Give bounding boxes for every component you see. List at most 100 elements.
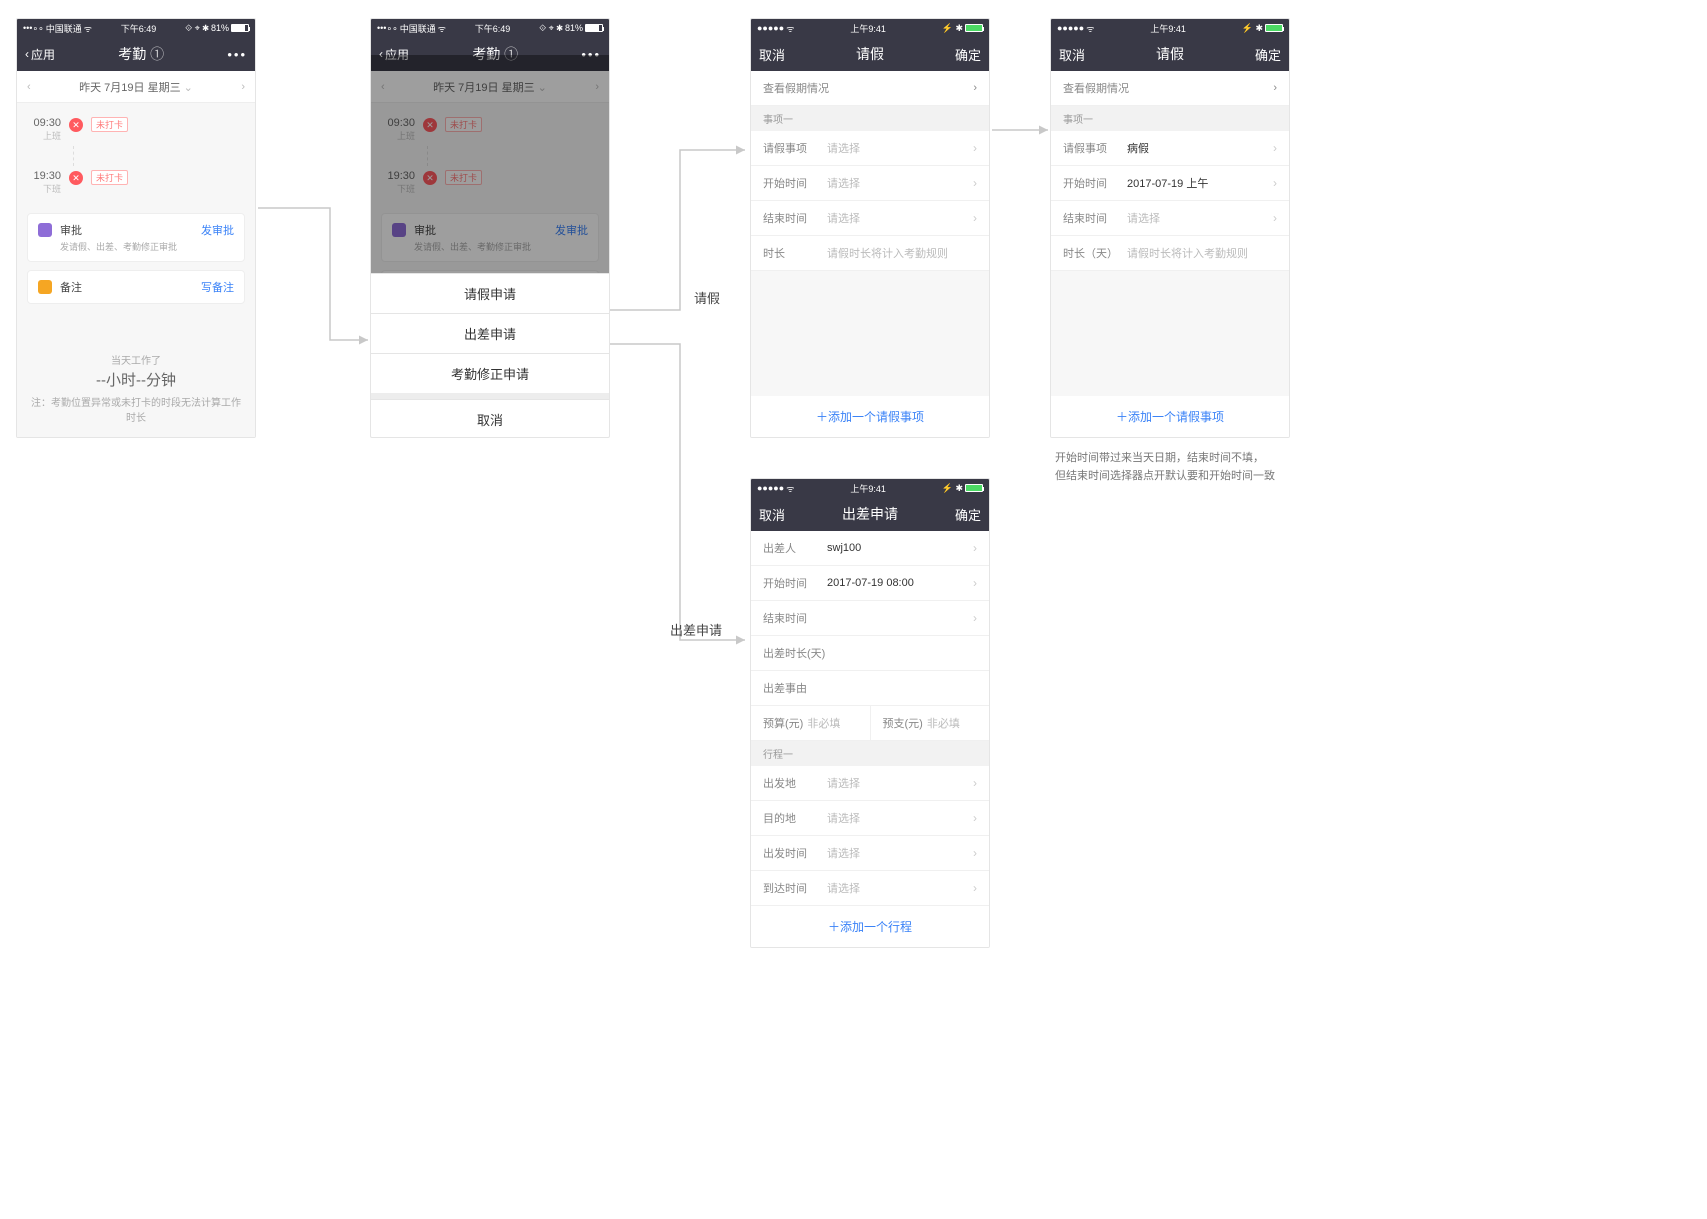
signal-icon: ●●●●● (757, 23, 784, 33)
nav-title: 请假 (1085, 44, 1255, 64)
nav-title: 请假 (785, 44, 955, 64)
chevron-left-icon: ‹ (25, 47, 29, 61)
status-tag: 未打卡 (91, 170, 128, 185)
cancel-button[interactable]: 取消 (759, 505, 785, 524)
view-vacation-link[interactable]: 查看假期情况› (751, 71, 989, 106)
status-bar: ●●●●● ᯤ 上午9:41 ⚡ ✱ (751, 479, 989, 497)
nav-bar: 取消 请假 确定 (1051, 37, 1289, 71)
timeline: 09:30上班 ✕ 未打卡 19:30下班 ✕ 未打卡 (17, 103, 255, 205)
chevron-right-icon[interactable]: › (241, 81, 245, 93)
chevron-right-icon: › (973, 846, 977, 860)
screen-trip-apply: ●●●●● ᯤ 上午9:41 ⚡ ✱ 取消 出差申请 确定 出差人 swj100… (750, 478, 990, 948)
end-time-row[interactable]: 结束时间 请选择 › (751, 201, 989, 236)
more-button[interactable]: ••• (227, 47, 247, 62)
signal-icon: ●●●●● (757, 483, 784, 493)
status-bar: ●●●●● ᯤ 上午9:41 ⚡ ✱ (1051, 19, 1289, 37)
view-vacation-link[interactable]: 查看假期情况› (1051, 71, 1289, 106)
bluetooth-icon: ⟐ ⌖ ✱ (185, 23, 209, 34)
wifi-icon: ᯤ (1086, 22, 1094, 35)
signal-icon: •••∘∘ (377, 23, 398, 34)
section-header: 事项一 (751, 106, 989, 131)
confirm-button[interactable]: 确定 (955, 45, 981, 64)
trip-to-row[interactable]: 目的地 请选择 › (751, 801, 989, 836)
date-selector[interactable]: ‹ 昨天 7月19日 星期三 ⌄ › (17, 71, 255, 103)
start-time-row[interactable]: 开始时间 请选择 › (751, 166, 989, 201)
start-approval-button[interactable]: 发审批 (201, 222, 234, 238)
nav-bar: 取消 出差申请 确定 (751, 497, 989, 531)
trip-person-row[interactable]: 出差人 swj100 › (751, 531, 989, 566)
section-header: 行程一 (751, 741, 989, 766)
note-card: 备注 写备注 (27, 270, 245, 304)
signal-icon: ●●●●● (1057, 23, 1084, 33)
chevron-right-icon: › (973, 576, 977, 590)
alert-icon: ✕ (69, 118, 83, 132)
cancel-button[interactable]: 取消 (1059, 45, 1085, 64)
chevron-right-icon: › (973, 141, 977, 155)
confirm-button[interactable]: 确定 (1255, 45, 1281, 64)
flow-label-trip: 出差申请 (670, 620, 722, 639)
status-tag: 未打卡 (91, 117, 128, 132)
status-bar: ●●●●● ᯤ 上午9:41 ⚡ ✱ (751, 19, 989, 37)
chevron-right-icon: › (973, 811, 977, 825)
flow-label-leave: 请假 (694, 288, 720, 307)
start-time-row[interactable]: 开始时间 2017-07-19 上午 › (1051, 166, 1289, 201)
chevron-right-icon: › (973, 541, 977, 555)
chevron-right-icon: › (1273, 82, 1277, 94)
chevron-left-icon[interactable]: ‹ (27, 81, 31, 93)
confirm-button[interactable]: 确定 (955, 505, 981, 524)
trip-budget-row[interactable]: 预算(元) 非必填 预支(元) 非必填 (751, 706, 989, 741)
action-sheet: 请假申请 出差申请 考勤修正申请 取消 (371, 273, 609, 438)
chevron-right-icon: › (1273, 211, 1277, 225)
chevron-right-icon: › (973, 776, 977, 790)
screen-attendance: •••∘∘ 中国联通 ᯤ 下午6:49 ⟐ ⌖ ✱ 81% ‹应用 考勤 ① •… (16, 18, 256, 438)
note-icon (38, 280, 52, 294)
back-button[interactable]: ‹应用 (25, 46, 55, 63)
nav-title: 出差申请 (785, 504, 955, 524)
trip-end-row[interactable]: 结束时间 › (751, 601, 989, 636)
bluetooth-icon: ⟐ ⌖ ✱ (539, 23, 563, 34)
approval-card: 审批 发请假、出差、考勤修正审批 发审批 (27, 213, 245, 262)
sheet-option-leave[interactable]: 请假申请 (371, 273, 609, 313)
status-bar: •••∘∘ 中国联通 ᯤ 下午6:49 ⟐ ⌖ ✱ 81% (371, 19, 609, 37)
add-leave-item-button[interactable]: ＋添加一个请假事项 (751, 396, 989, 437)
sheet-option-trip[interactable]: 出差申请 (371, 313, 609, 353)
chevron-right-icon: › (1273, 141, 1277, 155)
chevron-right-icon: › (1273, 176, 1277, 190)
bluetooth-icon: ⚡ ✱ (942, 483, 963, 494)
nav-title: 考勤 ① (55, 44, 227, 64)
nav-bar: ‹应用 考勤 ① ••• (17, 37, 255, 71)
leave-type-row[interactable]: 请假事项 病假 › (1051, 131, 1289, 166)
screen-attendance-sheet: •••∘∘ 中国联通 ᯤ 下午6:49 ⟐ ⌖ ✱ 81% ‹应用 考勤 ① •… (370, 18, 610, 438)
chevron-down-icon: ⌄ (184, 82, 193, 94)
screen-leave-empty: ●●●●● ᯤ 上午9:41 ⚡ ✱ 取消 请假 确定 查看假期情况› 事项一 … (750, 18, 990, 438)
wifi-icon: ᯤ (438, 22, 446, 35)
sheet-option-correction[interactable]: 考勤修正申请 (371, 353, 609, 393)
trip-duration-row[interactable]: 出差时长(天) (751, 636, 989, 671)
trip-reason-row[interactable]: 出差事由 (751, 671, 989, 706)
chevron-right-icon: › (973, 881, 977, 895)
sheet-cancel[interactable]: 取消 (371, 399, 609, 438)
wifi-icon: ᯤ (786, 22, 794, 35)
trip-arrive-row[interactable]: 到达时间 请选择 › (751, 871, 989, 906)
section-header: 事项一 (1051, 106, 1289, 131)
bluetooth-icon: ⚡ ✱ (1242, 23, 1263, 34)
chevron-right-icon: › (973, 176, 977, 190)
add-leave-item-button[interactable]: ＋添加一个请假事项 (1051, 396, 1289, 437)
trip-depart-row[interactable]: 出发时间 请选择 › (751, 836, 989, 871)
leave-type-row[interactable]: 请假事项 请选择 › (751, 131, 989, 166)
cancel-button[interactable]: 取消 (759, 45, 785, 64)
signal-icon: •••∘∘ (23, 23, 44, 34)
wifi-icon: ᯤ (786, 482, 794, 495)
screen-leave-filled: ●●●●● ᯤ 上午9:41 ⚡ ✱ 取消 请假 确定 查看假期情况› 事项一 … (1050, 18, 1290, 438)
trip-start-row[interactable]: 开始时间 2017-07-19 08:00 › (751, 566, 989, 601)
trip-from-row[interactable]: 出发地 请选择 › (751, 766, 989, 801)
nav-bar: 取消 请假 确定 (751, 37, 989, 71)
write-note-button[interactable]: 写备注 (201, 279, 234, 295)
end-time-row[interactable]: 结束时间 请选择 › (1051, 201, 1289, 236)
chevron-right-icon: › (973, 82, 977, 94)
status-bar: •••∘∘ 中国联通 ᯤ 下午6:49 ⟐ ⌖ ✱ 81% (17, 19, 255, 37)
bluetooth-icon: ⚡ ✱ (942, 23, 963, 34)
chevron-right-icon: › (973, 211, 977, 225)
design-note: 开始时间带过来当天日期，结束时间不填， 但结束时间选择器点开默认要和开始时间一致 (1055, 450, 1315, 485)
add-trip-button[interactable]: ＋添加一个行程 (751, 906, 989, 947)
